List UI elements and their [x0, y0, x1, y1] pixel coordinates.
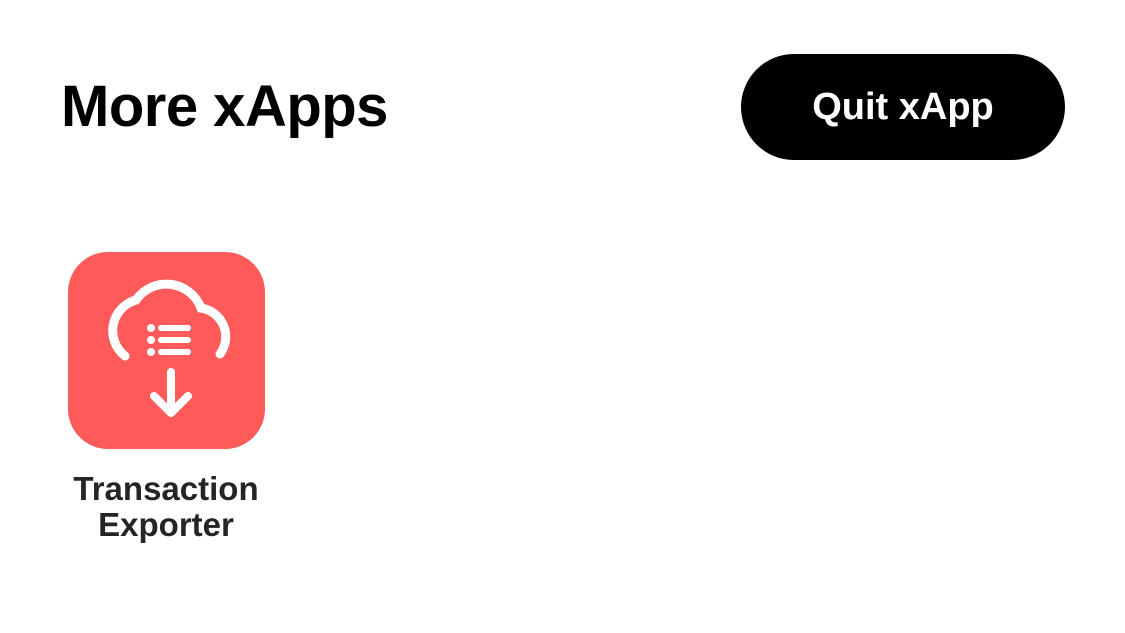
- app-name: Transaction Exporter: [73, 470, 259, 543]
- app-tile-transaction-exporter[interactable]: Transaction Exporter: [60, 252, 272, 543]
- cloud-download-list-icon[interactable]: [67, 252, 265, 449]
- xapps-page: More xApps Quit xApp Transaction Exporte…: [0, 0, 1125, 633]
- header: More xApps Quit xApp: [61, 54, 1065, 160]
- page-title: More xApps: [61, 74, 388, 139]
- quit-xapp-button[interactable]: Quit xApp: [741, 54, 1065, 160]
- apps-grid: Transaction Exporter: [60, 252, 272, 543]
